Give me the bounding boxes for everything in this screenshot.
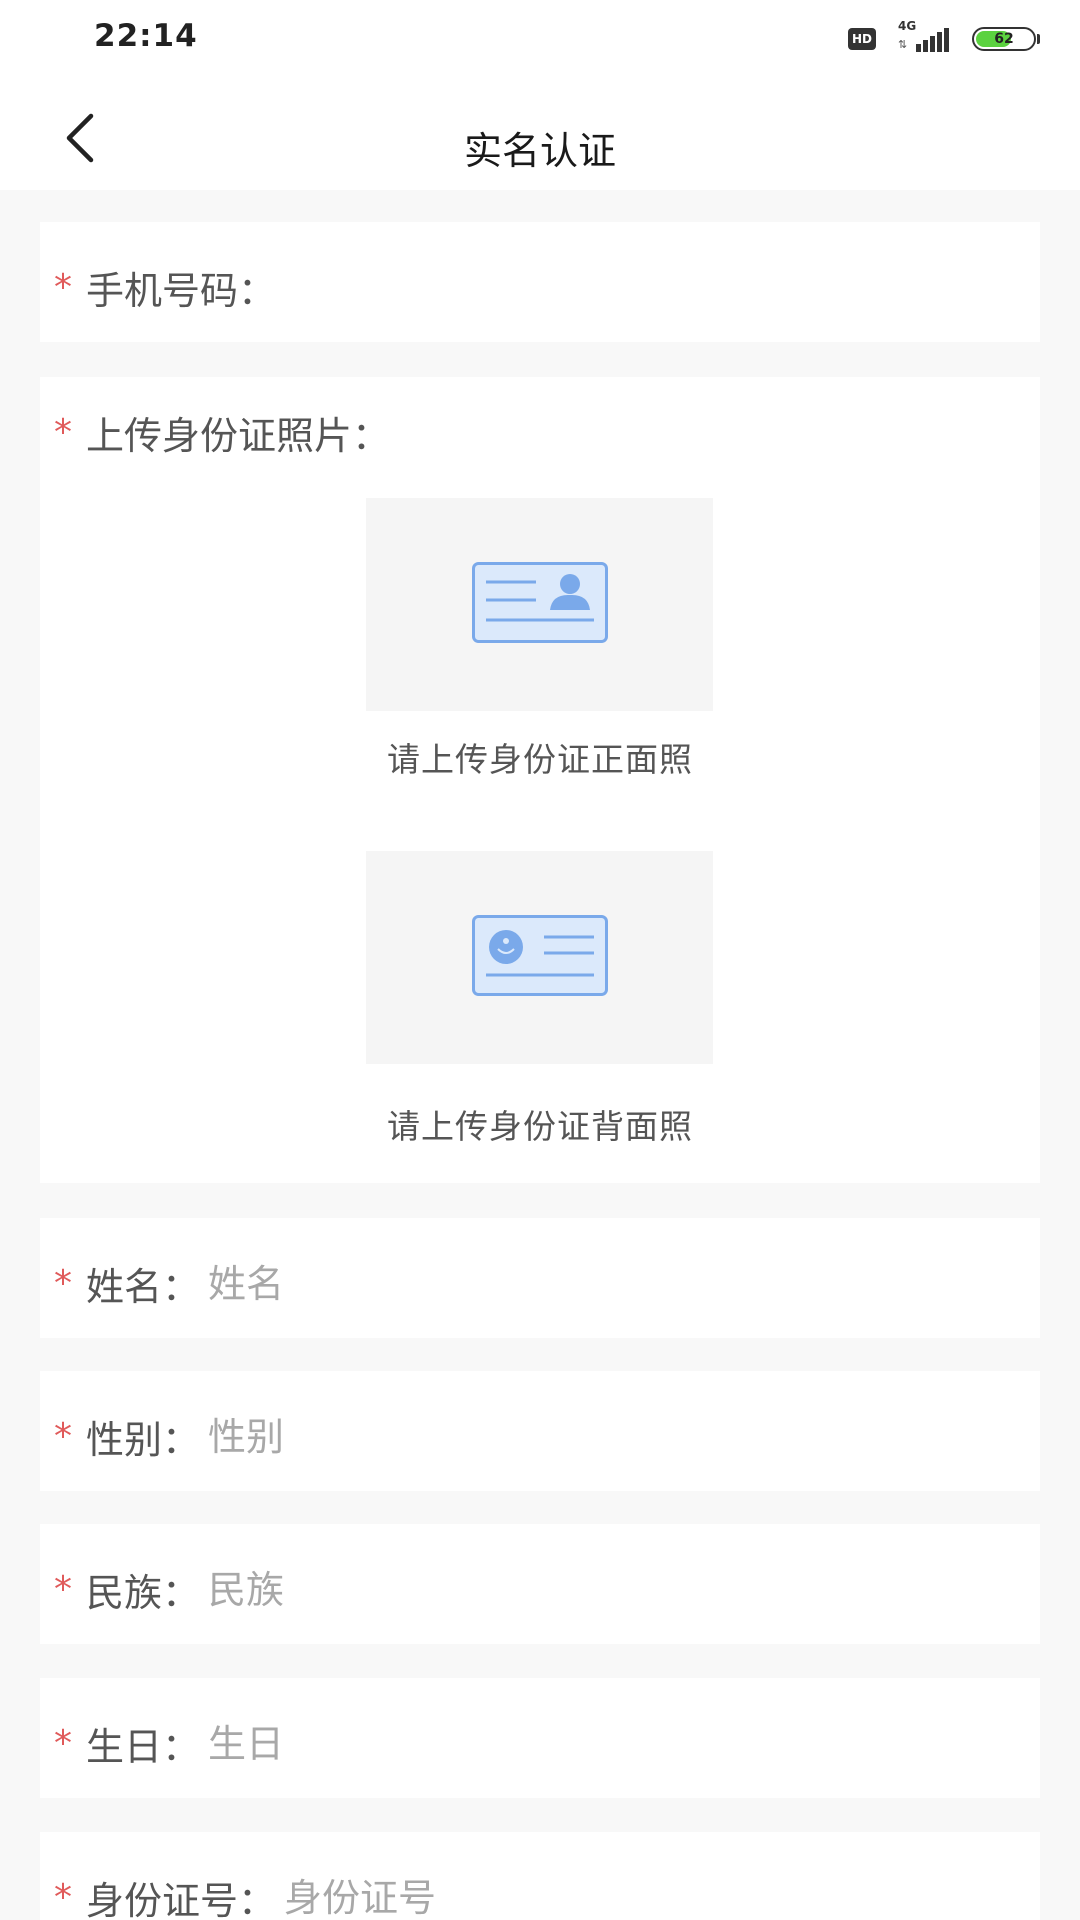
gender-label: * 性别： (54, 1409, 769, 1464)
battery-level: 62 (994, 31, 1014, 47)
birthday-input[interactable] (208, 1721, 769, 1766)
id-card-back-icon (472, 915, 608, 996)
gender-label-text: 性别： (86, 1418, 201, 1462)
required-mark: * (54, 1723, 72, 1764)
data-arrows-icon: ⇅ (898, 38, 908, 51)
id-number-label-text: 身份证号： (86, 1879, 277, 1920)
status-time: 22:14 (94, 18, 198, 54)
network-type-label: 4G (898, 19, 917, 33)
birthday-row: * 生日： (40, 1678, 1040, 1798)
hd-icon: HD (848, 28, 876, 50)
gender-row: * 性别： (40, 1371, 1040, 1491)
id-upload-label-text: 上传身份证照片： (86, 414, 391, 458)
id-back-caption: 请上传身份证背面照 (387, 1107, 693, 1146)
required-mark: * (54, 412, 72, 453)
nav-bar: 实名认证 (0, 80, 1080, 190)
ethnicity-label: * 民族： (54, 1562, 769, 1617)
gender-input[interactable] (208, 1414, 769, 1459)
ethnicity-input[interactable] (208, 1567, 769, 1612)
id-number-label: * 身份证号： (54, 1870, 845, 1920)
phone-input[interactable] (284, 265, 845, 310)
ethnicity-label-text: 民族： (86, 1571, 201, 1615)
name-label-text: 姓名： (86, 1265, 201, 1309)
status-indicators: HD 4G ⇅ 62 (848, 19, 1040, 56)
name-input[interactable] (208, 1261, 769, 1306)
required-mark: * (54, 1416, 72, 1457)
id-number-input[interactable] (284, 1875, 845, 1920)
status-bar: 22:14 HD 4G ⇅ 62 (0, 0, 1080, 80)
battery-icon: 62 (972, 27, 1036, 51)
page-title: 实名认证 (463, 129, 616, 173)
name-label: * 姓名： (54, 1256, 769, 1311)
phone-label-text: 手机号码： (86, 269, 277, 313)
signal-bars (916, 28, 951, 52)
required-mark: * (54, 267, 72, 308)
id-number-row: * 身份证号： (40, 1832, 1040, 1920)
signal-icon: 4G ⇅ (896, 19, 952, 56)
birthday-label: * 生日： (54, 1716, 769, 1771)
id-front-upload-button[interactable] (366, 498, 713, 711)
id-upload-section: * 上传身份证照片： 请上传身份证正面照 请上传身份证背面照 (40, 377, 1040, 1183)
birthday-label-text: 生日： (86, 1725, 201, 1769)
id-upload-label: * 上传身份证照片： (54, 405, 390, 460)
required-mark: * (54, 1569, 72, 1610)
required-mark: * (54, 1877, 72, 1918)
id-front-caption: 请上传身份证正面照 (387, 740, 693, 779)
ethnicity-row: * 民族： (40, 1524, 1040, 1644)
required-mark: * (54, 1263, 72, 1304)
id-card-front-icon (472, 562, 608, 643)
name-row: * 姓名： (40, 1218, 1040, 1338)
phone-row: * 手机号码： (40, 222, 1040, 342)
id-back-upload-button[interactable] (366, 851, 713, 1064)
phone-label: * 手机号码： (54, 260, 845, 315)
battery-tip (1037, 34, 1040, 44)
screen: 22:14 HD 4G ⇅ 62 实名认证 * 手机号码： * 上传身份证照片：… (0, 0, 1080, 1920)
